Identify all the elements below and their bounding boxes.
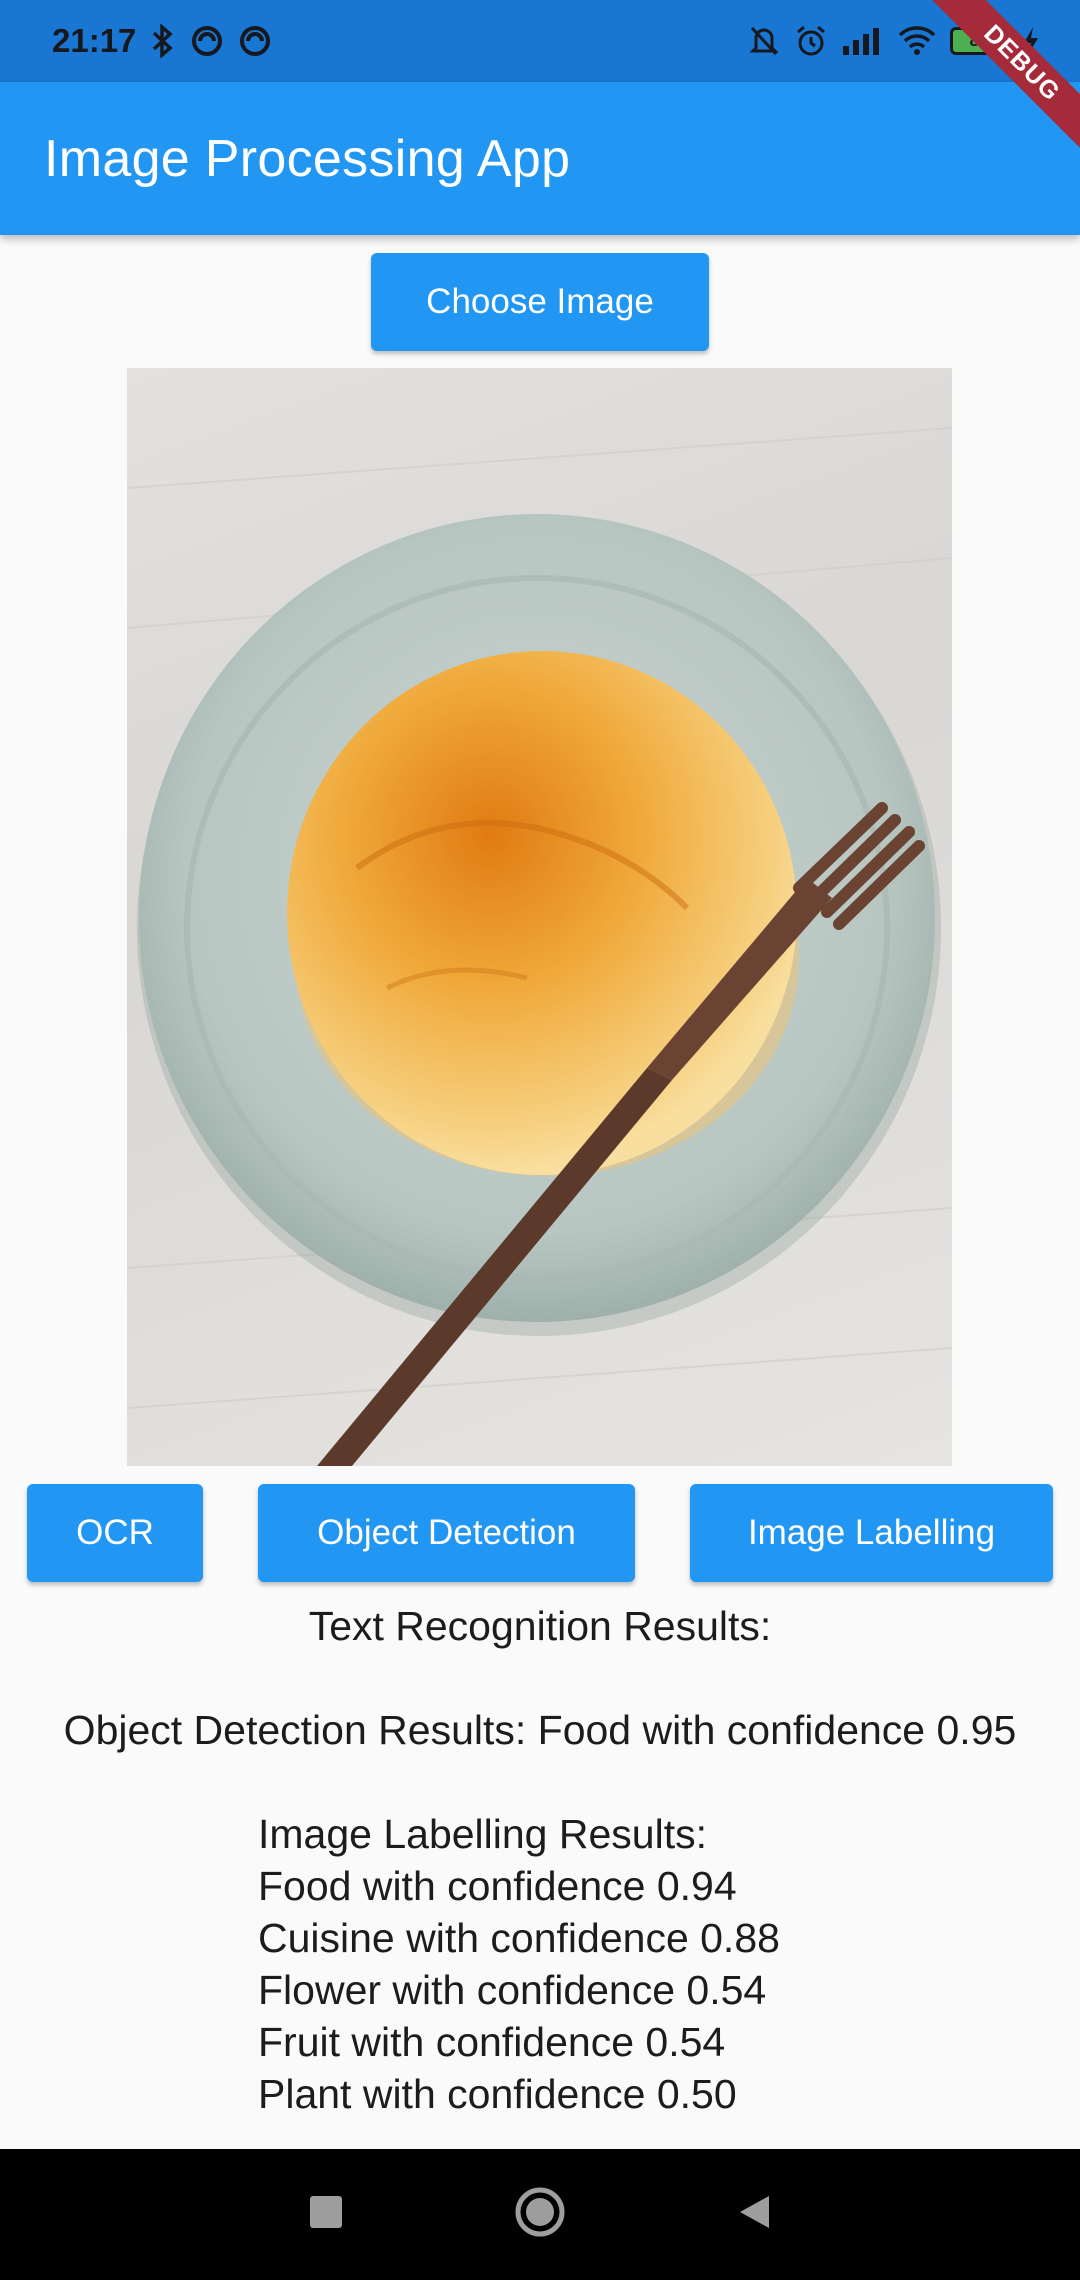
object-detection-results: Object Detection Results: Food with conf… xyxy=(0,1704,1080,1756)
food-photo xyxy=(127,427,952,1466)
ocr-button[interactable]: OCR xyxy=(27,1484,203,1582)
status-left: 21:17 xyxy=(52,22,272,60)
text-recognition-heading: Text Recognition Results: xyxy=(308,1603,772,1649)
back-triangle-icon xyxy=(740,2196,769,2228)
label-result-item: Flower with confidence 0.54 xyxy=(258,1967,767,2013)
label-result-item: Food with confidence 0.94 xyxy=(258,1863,737,1909)
image-labelling-button[interactable]: Image Labelling xyxy=(690,1484,1053,1582)
recents-button[interactable] xyxy=(308,2194,344,2235)
wifi-icon xyxy=(898,26,936,56)
sync-icon xyxy=(238,24,272,58)
text-recognition-results: Text Recognition Results: xyxy=(0,1600,1080,1652)
system-nav-bar xyxy=(0,2149,1080,2280)
bluetooth-icon xyxy=(150,24,176,58)
app-bar: Image Processing App xyxy=(0,82,1080,235)
object-detection-button[interactable]: Object Detection xyxy=(258,1484,635,1582)
app-title: Image Processing App xyxy=(44,129,571,188)
label-result-item: Cuisine with confidence 0.88 xyxy=(258,1915,780,1961)
alarm-icon xyxy=(794,24,828,58)
image-labelling-results: Image Labelling Results: Food with confi… xyxy=(258,1808,780,2120)
mute-icon xyxy=(748,24,780,58)
square-icon xyxy=(310,2196,342,2228)
circle-home-icon xyxy=(515,2187,565,2237)
selected-image xyxy=(127,368,952,1466)
label-result-item: Plant with confidence 0.50 xyxy=(258,2071,737,2117)
back-button[interactable] xyxy=(736,2193,772,2236)
choose-image-button[interactable]: Choose Image xyxy=(371,253,709,351)
object-detection-result-line: Object Detection Results: Food with conf… xyxy=(63,1707,1017,1753)
vpn-icon xyxy=(190,24,224,58)
signal-icon xyxy=(842,26,884,56)
status-time: 21:17 xyxy=(52,22,137,59)
image-labelling-heading: Image Labelling Results: xyxy=(258,1811,707,1857)
status-bar: 21:17 83 xyxy=(0,0,1080,82)
label-result-item: Fruit with confidence 0.54 xyxy=(258,2019,726,2065)
home-button[interactable] xyxy=(514,2186,566,2243)
